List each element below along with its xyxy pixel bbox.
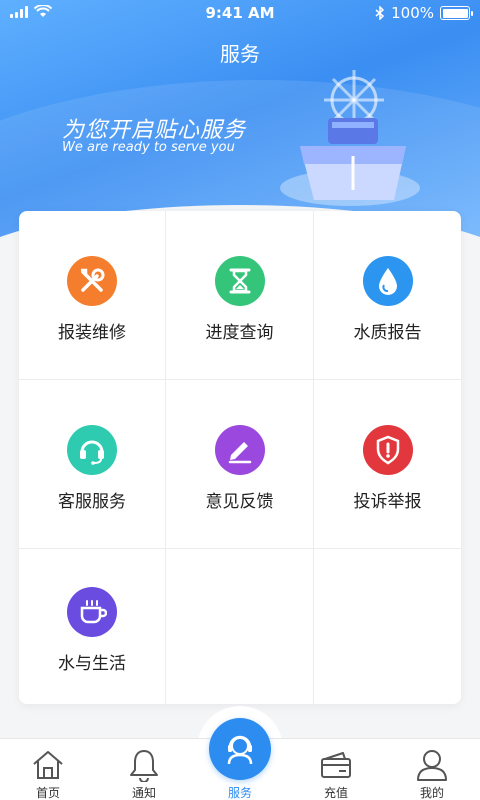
service-label: 投诉举报 bbox=[353, 492, 422, 512]
service-label: 意见反馈 bbox=[205, 492, 274, 512]
service-item-water-quality[interactable]: 水质报告 bbox=[314, 211, 461, 380]
tab-label: 充值 bbox=[323, 786, 348, 800]
service-grid-empty-cell bbox=[314, 549, 461, 704]
page-title: 服务 bbox=[220, 42, 260, 66]
tab-label: 首页 bbox=[35, 786, 60, 800]
cup-icon bbox=[67, 587, 117, 637]
service-label: 客服服务 bbox=[58, 492, 126, 512]
water-drop-icon bbox=[362, 256, 413, 306]
tab-home[interactable]: 首页 bbox=[0, 739, 96, 800]
service-label: 水质报告 bbox=[353, 323, 422, 343]
tab-label: 服务 bbox=[227, 786, 252, 800]
service-item-complaint[interactable]: 投诉举报 bbox=[314, 380, 461, 549]
bluetooth-icon bbox=[375, 6, 385, 20]
user-icon bbox=[415, 747, 449, 782]
service-item-progress[interactable]: 进度查询 bbox=[166, 211, 314, 380]
service-grid-empty-cell bbox=[166, 549, 314, 704]
service-item-customer-service[interactable]: 客服服务 bbox=[19, 380, 166, 549]
tab-mine[interactable]: 我的 bbox=[384, 739, 480, 800]
status-bar: 9:41 AM 100% bbox=[0, 0, 480, 26]
battery-percentage: 100% bbox=[391, 4, 434, 22]
bell-icon bbox=[128, 747, 160, 782]
service-label: 报装维修 bbox=[58, 323, 126, 343]
service-item-repair[interactable]: 报装维修 bbox=[19, 211, 166, 380]
service-item-feedback[interactable]: 意见反馈 bbox=[166, 380, 314, 549]
service-label: 水与生活 bbox=[58, 654, 126, 674]
tools-icon bbox=[67, 256, 117, 306]
hero-slogan-en: We are ready to serve you bbox=[62, 140, 235, 155]
customer-service-icon bbox=[227, 735, 253, 765]
service-grid: 报装维修 进度查询 水质报告 客服服务 意见反馈 投诉举报 水与生活 bbox=[19, 211, 461, 704]
shield-alert-icon bbox=[362, 425, 413, 475]
ship-illustration bbox=[280, 70, 420, 206]
service-label: 进度查询 bbox=[205, 323, 274, 343]
tab-service-button[interactable] bbox=[209, 718, 271, 780]
tab-label: 我的 bbox=[419, 786, 444, 800]
hourglass-icon bbox=[214, 256, 265, 306]
headset-icon bbox=[67, 425, 117, 475]
tab-recharge[interactable]: 充值 bbox=[288, 739, 384, 800]
tab-label: 通知 bbox=[131, 786, 156, 800]
home-icon bbox=[31, 747, 65, 782]
tab-notice[interactable]: 通知 bbox=[96, 739, 192, 800]
edit-icon bbox=[214, 425, 265, 475]
battery-icon bbox=[440, 6, 473, 20]
wallet-icon bbox=[319, 747, 353, 782]
service-item-water-life[interactable]: 水与生活 bbox=[19, 549, 166, 704]
battery-level bbox=[442, 8, 468, 18]
